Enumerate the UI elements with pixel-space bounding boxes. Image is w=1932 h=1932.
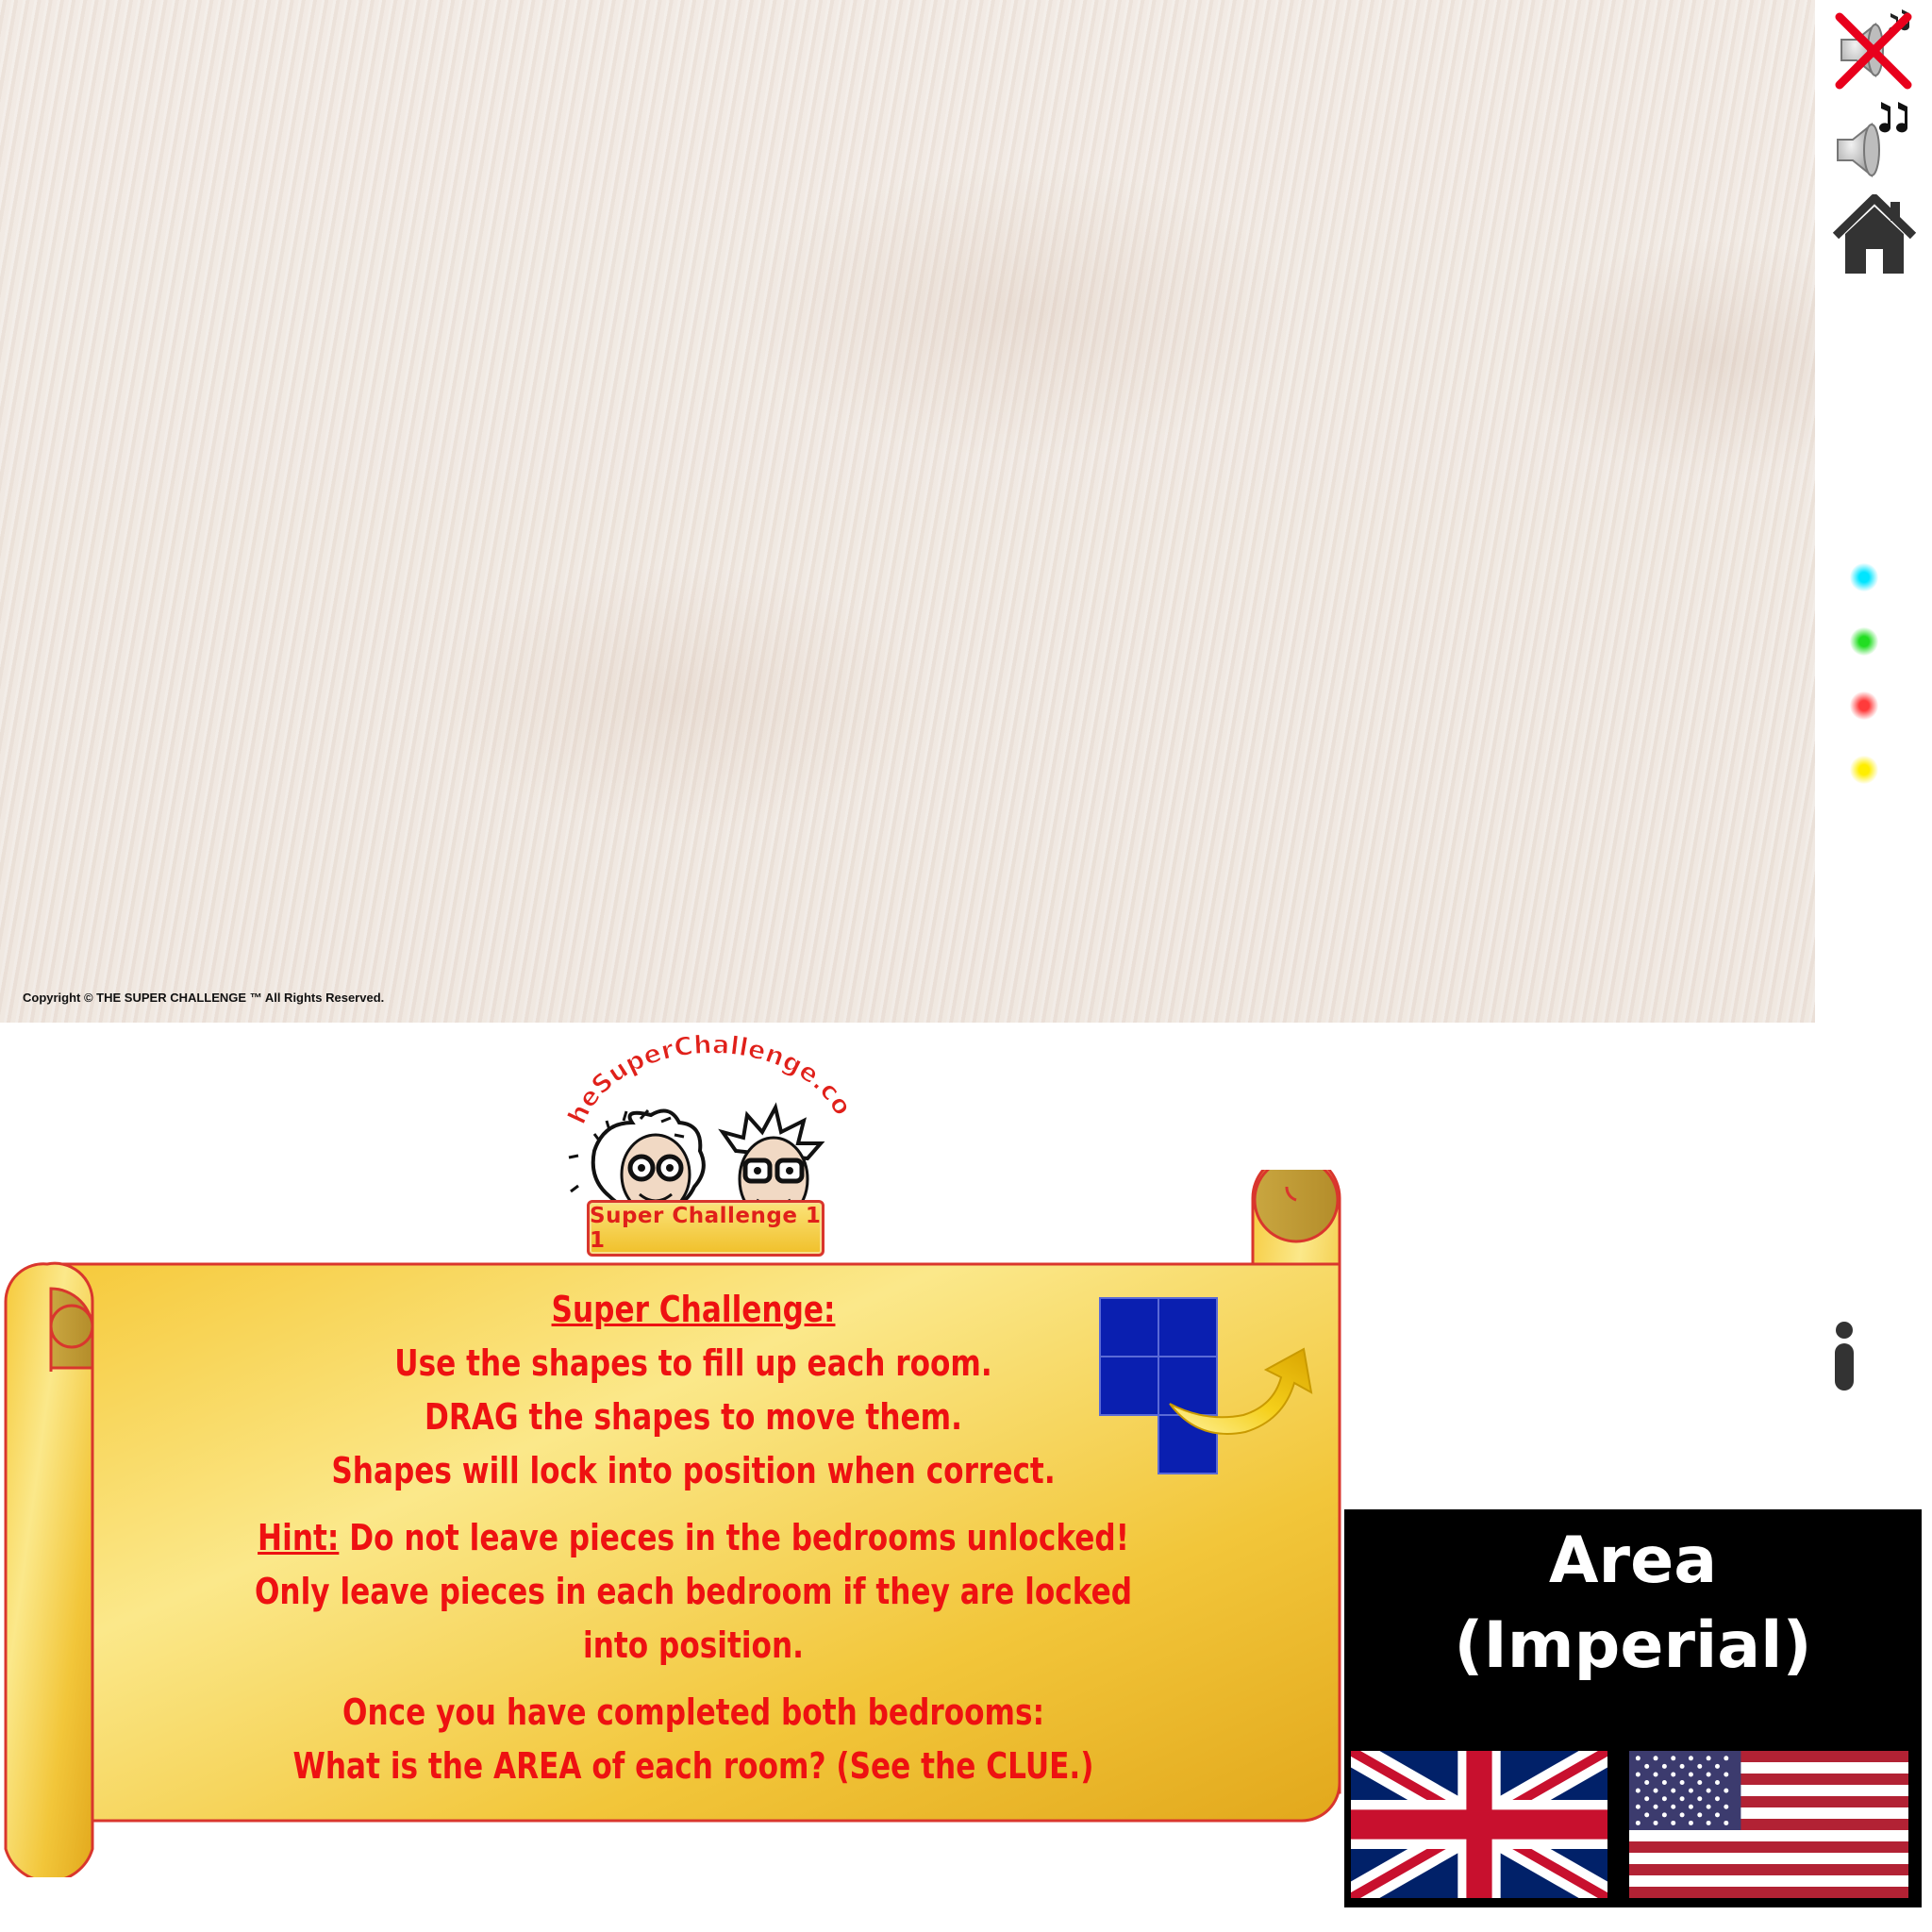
copyright-text: Copyright © THE SUPER CHALLENGE ™ All Ri… (23, 991, 385, 1005)
instruction-line: Use the shapes to fill up each room. (394, 1342, 992, 1384)
speaker-music-icon[interactable] (1832, 98, 1917, 183)
instructions-heading: Super Challenge: (551, 1289, 836, 1330)
area-title-line2: (Imperial) (1454, 1608, 1812, 1683)
instruction-line: Shapes will lock into position when corr… (331, 1450, 1056, 1491)
color-dot-yellow[interactable] (1850, 756, 1878, 784)
instruction-line: DRAG the shapes to move them. (425, 1396, 962, 1438)
speaker-muted-icon[interactable] (1832, 8, 1917, 92)
play-area[interactable] (0, 0, 1815, 1023)
logo-arc-text: TheSuperChallenge.com (552, 1005, 858, 1129)
color-dot-cyan[interactable] (1850, 563, 1878, 591)
instructions-text: Super Challenge: Use the shapes to fill … (218, 1283, 1170, 1787)
uk-flag[interactable] (1344, 1738, 1614, 1911)
instruction-line: What is the AREA of each room? (See the … (292, 1745, 1094, 1787)
instruction-line: Once you have completed both bedrooms: (341, 1691, 1045, 1733)
info-icon[interactable] (1828, 1321, 1860, 1392)
home-icon[interactable] (1832, 193, 1917, 279)
svg-text:TheSuperChallenge.com: TheSuperChallenge.com (566, 1028, 858, 1129)
blue-shape (1099, 1297, 1218, 1474)
color-dot-green[interactable] (1850, 627, 1878, 656)
shape-rotate-diagram (1094, 1292, 1321, 1491)
hint-label: Hint: (258, 1517, 340, 1558)
instruction-line: Only leave pieces in each bedroom if the… (254, 1571, 1133, 1666)
color-dot-red[interactable] (1850, 691, 1878, 720)
us-flag[interactable] (1629, 1751, 1908, 1898)
area-title: Area (Imperial) (1344, 1519, 1922, 1689)
area-title-line1: Area (1548, 1524, 1718, 1598)
hint-text: Do not leave pieces in the bedrooms unlo… (339, 1517, 1129, 1558)
